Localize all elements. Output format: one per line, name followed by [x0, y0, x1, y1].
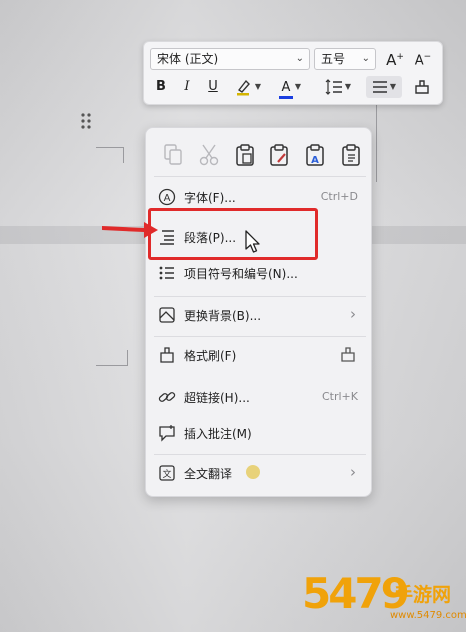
watermark-domain: www.5479.com [390, 610, 466, 621]
chevron-down-icon: ▼ [254, 82, 262, 91]
shrink-font-label: A [414, 53, 424, 69]
shrink-font-button[interactable]: A− [412, 46, 434, 68]
menu-item-label: 项目符号和编号(N)... [184, 267, 298, 281]
font-size-select[interactable]: 五号 ⌄ [314, 48, 376, 70]
svg-text:A: A [164, 193, 171, 204]
align-button[interactable]: ▼ [366, 76, 402, 98]
format-painter-icon [415, 79, 429, 94]
italic-button[interactable]: I [178, 76, 196, 98]
menu-item-change-background[interactable]: 更换背景(B)... › [150, 300, 368, 330]
mini-format-toolbar: 宋体 (正文) ⌄ 五号 ⌄ A+ A− B I U ▼ A ▼ ▼ ▼ [143, 41, 443, 105]
bold-label: B [156, 79, 166, 94]
svg-text:A: A [311, 155, 319, 166]
font-name-select[interactable]: 宋体 (正文) ⌄ [150, 48, 310, 70]
menu-separator [154, 454, 366, 455]
watermark-logo: 5479 手游网 www.5479.com [302, 568, 466, 630]
format-painter-icon [341, 347, 355, 362]
align-icon [372, 81, 387, 93]
annotation-highlight-box [148, 208, 318, 260]
cut-icon[interactable] [198, 143, 220, 167]
hyperlink-icon [158, 392, 176, 402]
menu-separator [154, 336, 366, 337]
mouse-cursor-icon [245, 230, 260, 253]
copy-icon[interactable] [162, 143, 184, 167]
clipboard-actions-row: A [154, 138, 366, 172]
grow-font-button[interactable]: A+ [384, 46, 406, 69]
background-icon [159, 307, 175, 323]
underline-button[interactable]: U [204, 76, 222, 98]
page-margin-mark [96, 350, 128, 366]
comment-icon [159, 425, 175, 442]
underline-label: U [208, 79, 218, 94]
drag-handle-icon[interactable] [80, 112, 94, 130]
highlight-button[interactable]: ▼ [232, 76, 264, 98]
font-size-value: 五号 [321, 52, 346, 66]
shortcut-label: Ctrl+D [320, 190, 358, 203]
format-painter-icon [160, 347, 174, 363]
annotation-arrow-icon [102, 222, 158, 238]
paste-keep-format-icon[interactable] [268, 143, 290, 167]
menu-item-label: 字体(F)... [184, 191, 236, 205]
chevron-down-icon: ▼ [344, 82, 352, 91]
watermark-brand: 手游网 [394, 584, 452, 606]
bullets-icon [159, 266, 174, 280]
chevron-down-icon: ▼ [294, 82, 302, 91]
menu-item-label: 全文翻译 [184, 467, 233, 481]
menu-separator [154, 176, 366, 177]
format-brush-button[interactable] [410, 76, 434, 98]
menu-item-insert-comment[interactable]: 插入批注(M) [150, 418, 368, 448]
menu-item-translate[interactable]: 文 全文翻译 › [150, 458, 368, 488]
highlighter-icon [236, 79, 250, 96]
grow-font-label: A [386, 51, 397, 69]
font-color-button[interactable]: A ▼ [274, 76, 306, 99]
paste-icon[interactable] [234, 143, 256, 167]
shortcut-label: Ctrl+K [321, 390, 358, 403]
page-margin-mark [96, 147, 124, 163]
menu-item-label: 超链接(H)... [184, 391, 250, 405]
font-color-label: A [281, 79, 291, 95]
line-spacing-button[interactable]: ▼ [320, 76, 356, 98]
menu-item-label: 格式刷(F) [184, 349, 237, 363]
paste-special-icon[interactable] [340, 143, 362, 167]
page-margin-mark [376, 92, 400, 182]
font-icon: A [158, 188, 176, 206]
menu-item-format-painter[interactable]: 格式刷(F) [150, 340, 368, 370]
menu-separator [154, 296, 366, 297]
context-menu: A A 字体(F)... Ctrl+D 段落(P)... 项目符号和编号(N).… [145, 127, 372, 497]
menu-item-hyperlink[interactable]: 超链接(H)... Ctrl+K [150, 382, 368, 412]
bold-button[interactable]: B [152, 76, 170, 98]
paste-text-icon[interactable]: A [304, 143, 326, 167]
svg-text:文: 文 [162, 468, 171, 480]
chevron-right-icon: › [350, 305, 356, 323]
chevron-right-icon: › [350, 463, 356, 481]
chevron-down-icon: ⌄ [295, 53, 304, 64]
menu-item-label: 更换背景(B)... [184, 309, 262, 323]
translate-icon: 文 [159, 465, 175, 481]
chevron-down-icon: ▼ [389, 82, 397, 91]
chevron-down-icon: ⌄ [361, 53, 370, 64]
vip-badge-icon [246, 465, 260, 479]
menu-item-bullets[interactable]: 项目符号和编号(N)... [150, 258, 368, 288]
italic-label: I [184, 79, 190, 94]
line-spacing-icon [325, 79, 342, 95]
font-name-value: 宋体 (正文) [157, 52, 219, 66]
menu-item-label: 插入批注(M) [184, 427, 252, 441]
